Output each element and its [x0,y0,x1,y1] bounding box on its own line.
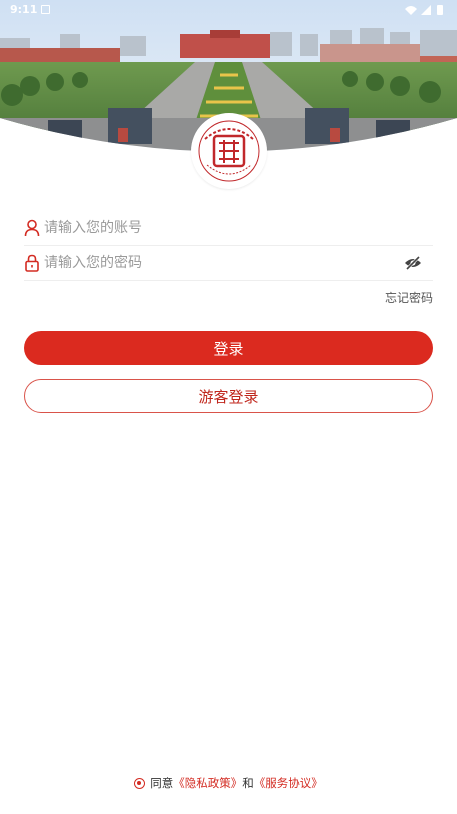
wifi-icon [405,6,417,15]
password-input[interactable] [44,250,404,276]
account-input[interactable] [44,215,404,241]
agreement-conjunction: 和 [242,776,254,790]
forgot-password-link[interactable]: 忘记密码 [385,289,433,306]
agreement-row: 同意 《隐私政策》 和 《服务协议》 [0,775,457,791]
signal-icon [421,5,431,15]
guest-login-button[interactable]: 游客登录 [24,379,433,413]
agreement-prefix: 同意 [150,776,174,790]
notification-icon [41,5,50,14]
lock-icon [25,254,39,272]
battery-icon [437,5,443,15]
service-agreement-link[interactable]: 《服务协议》 [254,775,323,791]
password-field-row [24,245,433,281]
eye-off-icon[interactable] [403,253,423,273]
status-time: 9:11 [10,3,38,16]
agreement-radio[interactable] [134,777,146,789]
user-icon [24,219,40,237]
status-icons [405,5,443,15]
status-bar: 9:11 [0,0,457,20]
account-field-row [24,210,433,246]
privacy-policy-link[interactable]: 《隐私政策》 [173,775,242,791]
login-button[interactable]: 登录 [24,331,433,365]
university-emblem [191,113,267,189]
